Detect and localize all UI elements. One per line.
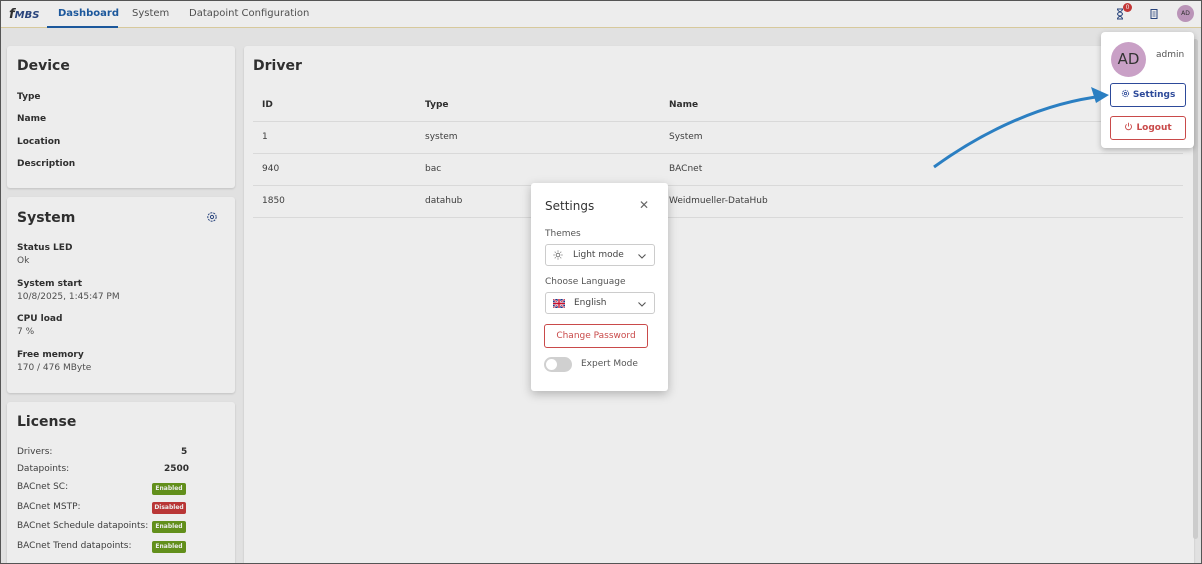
chevron-down-icon — [638, 254, 646, 259]
toggle-knob — [546, 359, 557, 370]
language-select[interactable]: English — [545, 292, 655, 314]
theme-select-value: Light mode — [573, 250, 624, 260]
expert-mode-toggle[interactable] — [544, 357, 572, 372]
power-icon — [1125, 122, 1133, 131]
expert-mode-label: Expert Mode — [581, 359, 638, 369]
logout-button-label: Logout — [1136, 123, 1172, 133]
settings-button[interactable]: Settings — [1110, 83, 1186, 107]
themes-label: Themes — [545, 229, 581, 239]
uk-flag-icon — [553, 299, 565, 308]
logout-button[interactable]: Logout — [1110, 116, 1186, 140]
gear-icon — [1121, 89, 1129, 98]
username: admin — [1156, 50, 1185, 60]
sun-icon — [553, 250, 563, 260]
chevron-down-icon — [638, 302, 646, 307]
settings-button-label: Settings — [1132, 90, 1176, 100]
avatar: AD — [1111, 42, 1146, 77]
language-select-value: English — [574, 298, 607, 308]
dialog-title: Settings — [545, 199, 595, 213]
language-label: Choose Language — [545, 277, 626, 287]
theme-select[interactable]: Light mode — [545, 244, 655, 266]
pointer-arrow-icon — [933, 87, 1109, 169]
change-password-button[interactable]: Change Password — [544, 324, 648, 348]
app-window: fMBS Dashboard System Datapoint Configur… — [0, 0, 1202, 564]
close-icon[interactable]: ✕ — [639, 198, 649, 212]
settings-dialog: Settings ✕ Themes Light mode Choose Lang… — [531, 183, 668, 391]
